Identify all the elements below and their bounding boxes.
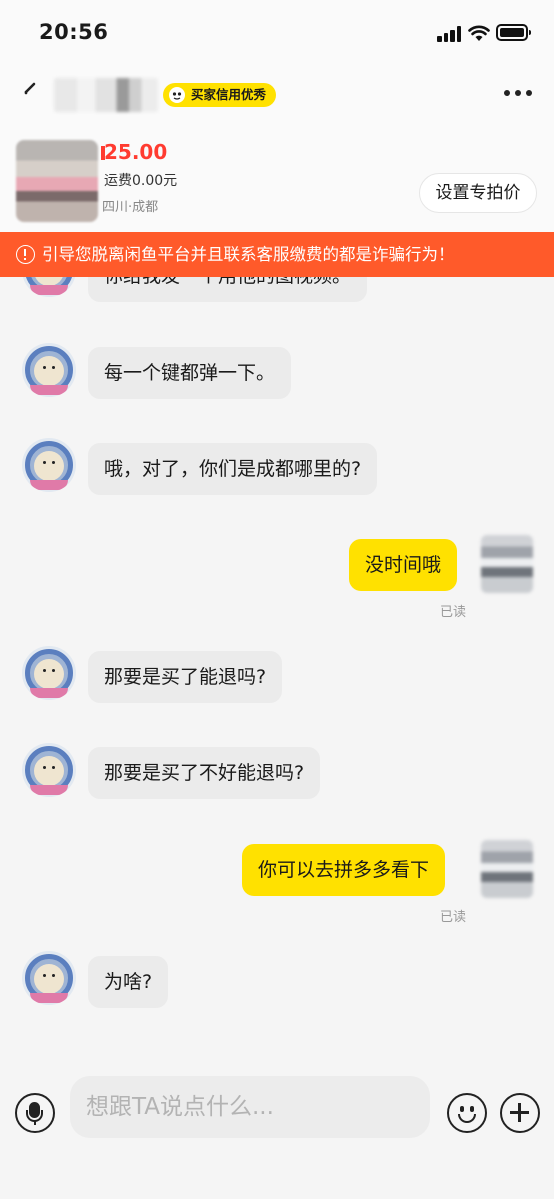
product-location: 四川·成都 [102, 200, 159, 215]
read-status: 已读 [440, 605, 467, 620]
product-price-value: 25.00 [104, 140, 168, 164]
voice-input-icon[interactable] [15, 1093, 55, 1133]
fish-mascot-icon [169, 87, 185, 103]
message-bubble[interactable]: 那要是买了能退吗? [88, 651, 283, 703]
product-thumbnail[interactable] [16, 140, 98, 222]
message-bubble[interactable]: 你可以去拼多多看下 [242, 844, 446, 896]
my-avatar[interactable] [481, 840, 533, 898]
fraud-warning-text: 引导您脱离闲鱼平台并且联系客服缴费的都是诈骗行为！ [42, 245, 455, 264]
cellular-signal-icon [437, 26, 462, 42]
fraud-warning-banner: 引导您脱离闲鱼平台并且联系客服缴费的都是诈骗行为！ [0, 232, 554, 277]
message-bubble[interactable]: 你给我发一个用他的图视频。 [88, 277, 368, 302]
contact-name-blurred [54, 78, 158, 112]
chat-header: 买家信用优秀 [0, 66, 554, 124]
product-shipping: 运费0.00元 [104, 173, 178, 189]
add-attachment-icon[interactable] [500, 1093, 540, 1133]
message-bubble[interactable]: 每一个键都弹一下。 [88, 347, 292, 399]
contact-avatar[interactable] [22, 951, 76, 1005]
more-options-icon[interactable] [504, 90, 532, 98]
input-bar [0, 1067, 554, 1199]
credit-badge[interactable]: 买家信用优秀 [163, 83, 277, 107]
back-arrow-icon[interactable] [20, 80, 44, 104]
credit-badge-label: 买家信用优秀 [191, 87, 267, 102]
contact-avatar[interactable] [22, 343, 76, 397]
message-bubble[interactable]: 没时间哦 [349, 539, 458, 591]
currency-symbol [101, 146, 105, 160]
contact-avatar[interactable] [22, 277, 76, 297]
product-price: 25.00 [101, 140, 168, 164]
wifi-icon [468, 25, 490, 41]
contact-avatar[interactable] [22, 743, 76, 797]
message-bubble[interactable]: 为啥? [88, 956, 169, 1008]
emoji-icon[interactable] [447, 1093, 487, 1133]
message-input[interactable] [70, 1076, 430, 1138]
status-time: 20:56 [39, 20, 109, 44]
set-special-price-button[interactable]: 设置专拍价 [419, 173, 537, 213]
warning-icon [16, 245, 35, 264]
contact-avatar[interactable] [22, 646, 76, 700]
my-avatar[interactable] [481, 535, 533, 593]
status-bar: 20:56 [0, 0, 554, 66]
contact-avatar[interactable] [22, 438, 76, 492]
battery-icon [496, 24, 531, 41]
read-status: 已读 [440, 910, 467, 925]
message-bubble[interactable]: 那要是买了不好能退吗? [88, 747, 321, 799]
chat-list[interactable]: 你给我发一个用他的图视频。 每一个键都弹一下。 哦，对了，你们是成都哪里的? 没… [0, 277, 554, 1067]
message-bubble[interactable]: 哦，对了，你们是成都哪里的? [88, 443, 378, 495]
